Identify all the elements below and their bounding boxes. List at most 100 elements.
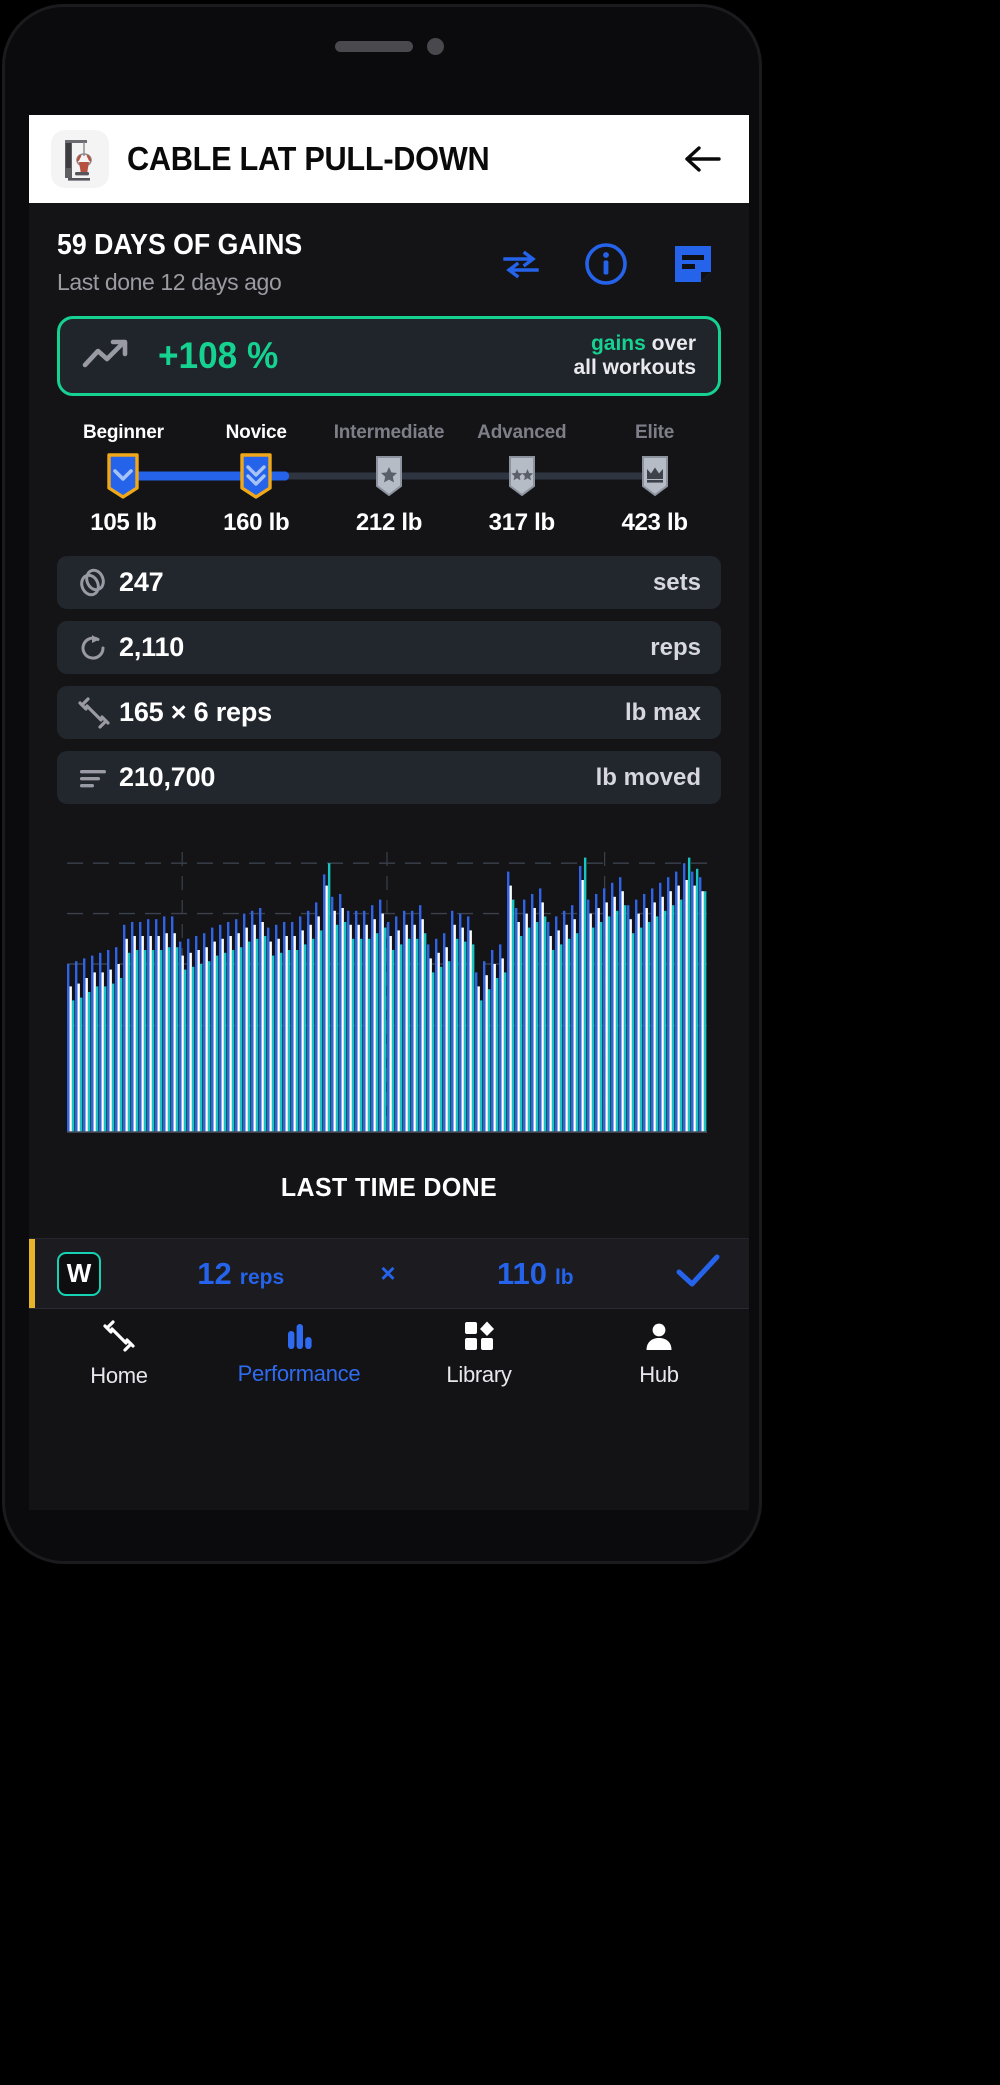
chart-bar — [101, 972, 103, 1132]
chart-bar — [509, 886, 511, 1132]
chart-bar — [160, 950, 162, 1132]
chart-bar — [629, 919, 631, 1132]
chart-bar — [168, 947, 170, 1132]
gains-subtitle: gains over all workouts — [573, 332, 696, 379]
chart-bar — [688, 858, 690, 1132]
chart-bar — [163, 916, 165, 1132]
stat-row-moved[interactable]: 210,700 lb moved — [57, 751, 721, 804]
chart-bar — [549, 936, 551, 1132]
chart-bar — [173, 933, 175, 1132]
chart-bar — [403, 911, 405, 1132]
chart-bar — [576, 933, 578, 1132]
chart-bar — [293, 936, 295, 1132]
nav-label-home: Home — [90, 1363, 148, 1389]
level-badge-intermediate[interactable] — [323, 454, 456, 498]
level-badge-advanced[interactable] — [455, 454, 588, 498]
person-icon — [643, 1320, 675, 1352]
chart-bar — [579, 866, 581, 1132]
chart-bar — [259, 908, 261, 1132]
exercise-notes-button[interactable] — [671, 242, 715, 286]
back-button[interactable] — [681, 136, 727, 182]
gains-subtitle-line1: gains over — [573, 332, 696, 356]
chart-bar — [448, 961, 450, 1132]
checkmark-icon — [675, 1252, 721, 1290]
level-values-row: 105 lb 160 lb 212 lb 317 lb 423 lb — [57, 509, 721, 537]
nav-item-hub[interactable]: Hub — [569, 1320, 749, 1388]
chart-bar — [85, 978, 87, 1132]
chart-bar — [616, 911, 618, 1132]
chart-bar — [144, 950, 146, 1132]
progress-chart[interactable] — [57, 844, 721, 1144]
chart-bar — [384, 928, 386, 1132]
chart-bar — [181, 956, 183, 1132]
chart-bar — [336, 925, 338, 1132]
chart-bar — [672, 905, 674, 1132]
stacked-plates-icon — [77, 567, 119, 599]
swap-exercise-button[interactable] — [501, 249, 541, 279]
chart-bar — [611, 883, 613, 1132]
chart-bar — [632, 933, 634, 1132]
chart-bar — [624, 905, 626, 1132]
chart-bar — [219, 925, 221, 1132]
chart-bar — [608, 916, 610, 1132]
chart-bar — [269, 942, 271, 1132]
chart-bar — [645, 908, 647, 1132]
chart-bar — [331, 897, 333, 1132]
chart-bar — [656, 916, 658, 1132]
chart-bar — [213, 942, 215, 1132]
chart-bar — [112, 984, 114, 1132]
level-badge-beginner[interactable] — [57, 452, 190, 500]
set-complete-button[interactable] — [675, 1252, 721, 1295]
chart-bar — [661, 897, 663, 1132]
chart-bar — [352, 939, 354, 1132]
chart-bar — [517, 922, 519, 1132]
chart-bar — [224, 953, 226, 1132]
nav-item-home[interactable]: Home — [29, 1319, 209, 1389]
gains-banner[interactable]: +108 % gains over all workouts — [57, 316, 721, 396]
chart-bar — [123, 925, 125, 1132]
chart-bar — [376, 933, 378, 1132]
chart-bar — [565, 925, 567, 1132]
chart-bar — [560, 944, 562, 1132]
chart-bar — [91, 956, 93, 1132]
chart-bar — [643, 894, 645, 1132]
chart-bar — [461, 928, 463, 1132]
set-type-badge[interactable]: W — [57, 1252, 101, 1296]
chart-bar — [139, 922, 141, 1132]
level-badge-novice[interactable] — [190, 452, 323, 500]
chart-bar — [381, 914, 383, 1132]
chart-bar — [189, 953, 191, 1132]
overview-header: 59 DAYS OF GAINS Last done 12 days ago — [57, 203, 721, 296]
chart-bar — [253, 925, 255, 1132]
chart-bar — [208, 961, 210, 1132]
chart-bar — [320, 930, 322, 1132]
chart-bar — [584, 858, 586, 1132]
chart-bar — [120, 978, 122, 1132]
last-workout-set-row[interactable]: W 12 reps × 110 lb — [29, 1238, 749, 1308]
chart-bar — [523, 900, 525, 1132]
stat-row-sets[interactable]: 247 sets — [57, 556, 721, 609]
nav-item-performance[interactable]: Performance — [209, 1321, 389, 1387]
chart-bar — [469, 930, 471, 1132]
chart-bar — [115, 947, 117, 1132]
chart-bar — [397, 930, 399, 1132]
chart-bar — [552, 950, 554, 1132]
level-badge-elite[interactable] — [588, 454, 721, 498]
nav-item-library[interactable]: Library — [389, 1320, 569, 1388]
chevron-badge-icon — [239, 452, 273, 500]
chart-bar — [512, 900, 514, 1132]
set-accent-bar — [29, 1239, 35, 1308]
chart-bar — [341, 908, 343, 1132]
gains-subtitle-highlight: gains — [591, 332, 646, 355]
exercise-info-button[interactable] — [583, 241, 629, 287]
level-name-intermediate: Intermediate — [323, 422, 456, 444]
stat-row-max[interactable]: 165 × 6 reps lb max — [57, 686, 721, 739]
level-badges-row — [57, 451, 721, 501]
stat-row-reps[interactable]: 2,110 reps — [57, 621, 721, 674]
chart-bar — [664, 911, 666, 1132]
chart-bar — [328, 863, 330, 1132]
chart-bar — [547, 922, 549, 1132]
chart-bar — [491, 950, 493, 1132]
chart-bar — [451, 911, 453, 1132]
chart-bar — [277, 939, 279, 1132]
